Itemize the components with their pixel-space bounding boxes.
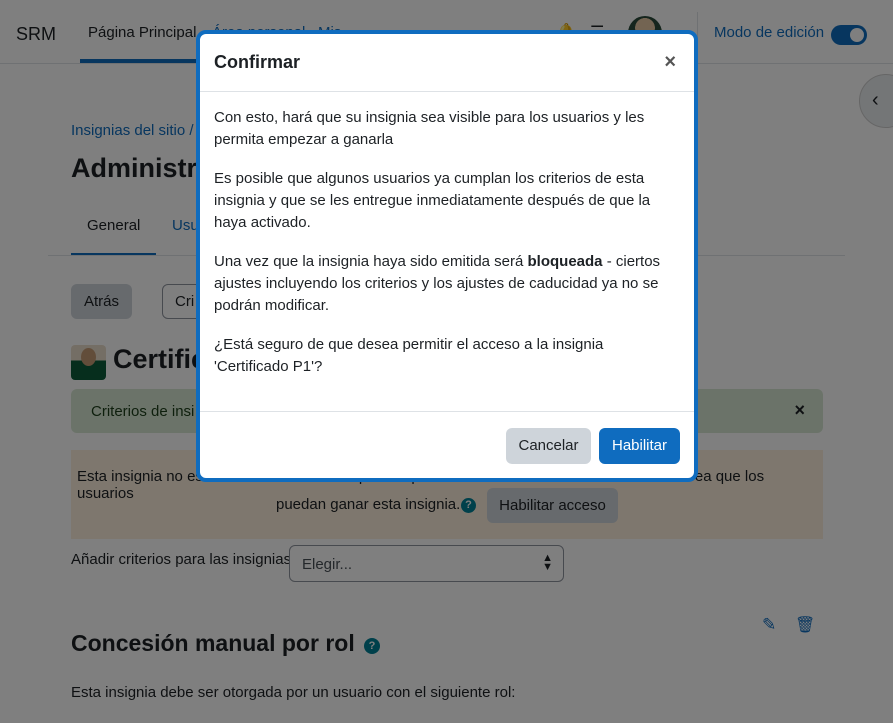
modal-bold-text: bloqueada [527,253,603,270]
modal-paragraph: Con esto, hará que su insignia sea visib… [214,109,645,148]
modal-title: Confirmar [214,52,301,72]
cancel-button[interactable]: Cancelar [506,428,591,464]
modal-body: Con esto, hará que su insignia sea visib… [214,107,682,395]
enable-button[interactable]: Habilitar [599,428,680,464]
modal-paragraph: Una vez que la insignia haya sido emitid… [214,251,682,317]
modal-paragraph: Es posible que algunos usuarios ya cumpl… [214,170,651,231]
modal-footer: Cancelar Habilitar [200,411,694,478]
modal-paragraph: ¿Está seguro de que desea permitir el ac… [214,336,604,375]
confirm-dialog: Confirmar × Con esto, hará que su insign… [196,30,698,482]
modal-text: Una vez que la insignia haya sido emitid… [214,253,528,270]
modal-header: Confirmar × [200,34,694,92]
close-icon[interactable]: × [664,52,676,72]
